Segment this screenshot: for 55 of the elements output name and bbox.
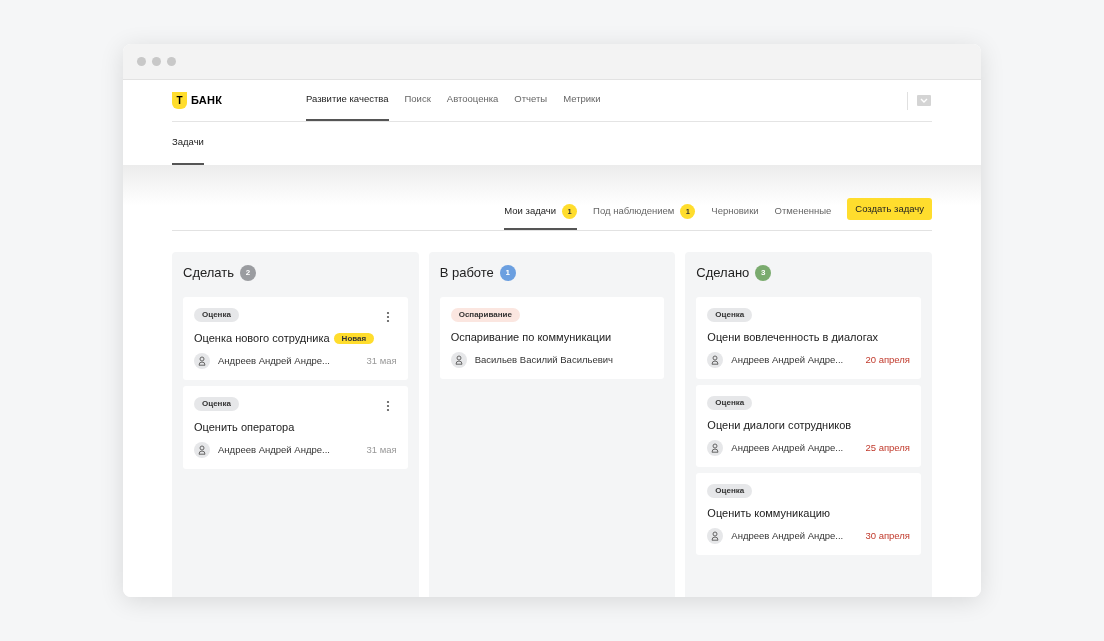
new-badge: Новая [333, 332, 375, 344]
task-title: Оценить коммуникацию [707, 506, 831, 520]
task-type-tag: Оценка [194, 308, 239, 322]
task-title: Оцени диалоги сотрудников [707, 418, 852, 432]
assignee-name: Андреев Андрей Андре... [731, 352, 844, 367]
task-card[interactable]: Оценка Оценка нового сотрудника Новая Андреев Андрей Андре... 31 мая [183, 297, 408, 380]
due-date: 31 мая [366, 353, 397, 368]
user-avatar-icon [450, 352, 467, 368]
task-tab[interactable]: Черновики [711, 197, 759, 230]
due-date: 30 апреля [865, 528, 910, 543]
task-title: Оценка нового сотрудника [194, 331, 330, 345]
user-avatar-icon [194, 442, 210, 458]
create-task-button[interactable]: Создать задачу [847, 198, 932, 220]
task-title: Оспаривание по коммуникации [450, 330, 612, 344]
task-card[interactable]: Оценка Оценить коммуникацию Андреев Андрей Андре... 30 апреля [696, 473, 921, 555]
task-card[interactable]: Оценка Оценить оператора Андреев Андрей Андре... 31 мая [183, 386, 408, 469]
user-avatar-icon [707, 352, 724, 368]
nav-tab[interactable]: Отчеты [514, 80, 548, 121]
assignee-name: Андреев Андрей Андре... [731, 440, 844, 455]
column-count-badge: 2 [240, 265, 257, 281]
task-card[interactable]: Оценка Оцени диалоги сотрудников Андреев Андрей Андре... 25 апреля [696, 385, 921, 467]
assignee-name: Васильев Василий Васильевич [474, 352, 614, 367]
user-avatar-icon [194, 353, 210, 369]
column-count-badge: 1 [499, 265, 516, 281]
assignee-name: Андреев Андрей Андре... [218, 442, 330, 457]
task-type-tag: Оспаривание [450, 308, 520, 322]
column-title: Сделать [183, 264, 235, 283]
column-title: В работе [439, 264, 494, 283]
more-icon[interactable] [385, 311, 390, 323]
logo-text: БАНК [191, 93, 223, 109]
task-title: Оцени вовлеченность в диалогах [707, 330, 879, 344]
assignee-name: Андреев Андрей Андре... [731, 528, 844, 543]
user-avatar-icon [707, 528, 724, 544]
task-type-tag: Оценка [707, 484, 753, 498]
user-avatar-icon [707, 440, 724, 456]
assignee-name: Андреев Андрей Андре... [218, 353, 330, 368]
task-tab[interactable]: Отмененные [774, 197, 832, 230]
column-count-badge: 3 [755, 265, 772, 281]
task-type-tag: Оценка [707, 396, 753, 410]
logo-shield: Т [172, 92, 187, 109]
task-type-tag: Оценка [707, 308, 753, 322]
due-date: 20 апреля [865, 352, 910, 367]
task-title: Оценить оператора [194, 420, 295, 434]
dropdown-icon[interactable] [916, 93, 932, 108]
nav-tab[interactable]: Автооценка [446, 80, 499, 121]
due-date: 31 мая [366, 442, 397, 457]
task-card[interactable]: Оспаривание Оспаривание по коммуникации Васильев Василий Васильевич [439, 297, 665, 379]
column-title: Сделано [696, 264, 750, 283]
nav-tab[interactable]: Развитие качества [306, 80, 389, 121]
task-card[interactable]: Оценка Оцени вовлеченность в диалогах Андреев Андрей Андре... 20 апреля [696, 297, 921, 379]
due-date: 25 апреля [865, 440, 910, 455]
more-icon[interactable] [385, 400, 390, 412]
nav-tab[interactable]: Поиск [404, 80, 431, 121]
nav-tab[interactable]: Метрики [563, 80, 601, 121]
task-type-tag: Оценка [194, 397, 239, 411]
